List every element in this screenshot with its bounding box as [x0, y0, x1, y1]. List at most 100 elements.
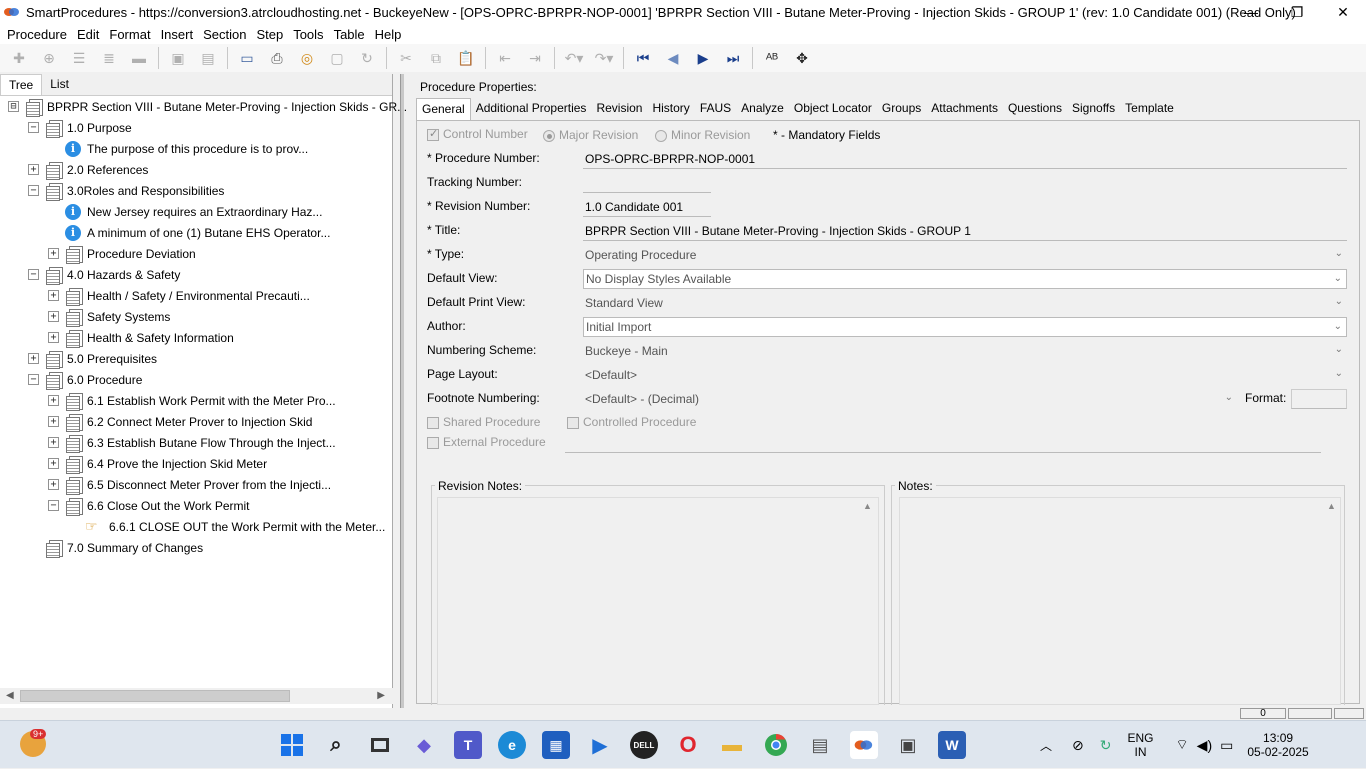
tree-node[interactable]: +6.2 Connect Meter Prover to Injection S…	[48, 411, 312, 432]
expand-icon[interactable]: +	[48, 479, 59, 490]
minimize-button[interactable]: —	[1228, 0, 1274, 24]
tab-questions[interactable]: Questions	[1003, 98, 1067, 120]
menu-insert[interactable]: Insert	[156, 27, 199, 42]
tab-list[interactable]: List	[42, 74, 77, 95]
save-icon[interactable]: ▣	[167, 47, 189, 69]
cut-icon[interactable]: ✂	[395, 47, 417, 69]
first-icon[interactable]: ⏮	[632, 47, 654, 69]
collapse-icon[interactable]: ⊟	[8, 101, 19, 112]
tree-node[interactable]: + Safety Systems	[48, 306, 170, 327]
panel-splitter[interactable]	[400, 74, 404, 708]
tree-node[interactable]: ⊟ BPRPR Section VIII - Butane Meter-Provi…	[8, 96, 407, 117]
tree-node[interactable]: + Health & Safety Information	[48, 327, 234, 348]
tab-groups[interactable]: Groups	[877, 98, 926, 120]
tab-general[interactable]: General	[416, 98, 471, 120]
controlled-procedure-checkbox[interactable]: Controlled Procedure	[567, 415, 696, 429]
external-procedure-checkbox[interactable]: External Procedure	[427, 435, 546, 449]
collapse-icon[interactable]: −	[48, 500, 59, 511]
sync-icon[interactable]: ↻	[1100, 737, 1112, 754]
footnote-numbering-select[interactable]: <Default> - (Decimal) ⌄	[583, 389, 1237, 409]
menu-tools[interactable]: Tools	[288, 27, 328, 42]
default-view-select[interactable]: No Display Styles Available ⌄	[583, 269, 1347, 289]
tree-node[interactable]: i New Jersey requires an Extraordinary Ha…	[48, 201, 322, 222]
tracking-number-field[interactable]	[583, 173, 711, 193]
store-icon[interactable]: ▦	[542, 731, 570, 759]
indent-icon[interactable]: ⇥	[524, 47, 546, 69]
numbering-scheme-select[interactable]: Buckeye - Main ⌄	[583, 341, 1347, 361]
word-icon[interactable]: W	[938, 731, 966, 759]
next-icon[interactable]: ▶	[692, 47, 714, 69]
redo-icon[interactable]: ↷▾	[593, 47, 615, 69]
tree-node[interactable]: +6.4 Prove the Injection Skid Meter	[48, 453, 267, 474]
minor-revision-radio[interactable]: Minor Revision	[655, 128, 750, 142]
expand-icon[interactable]: +	[48, 332, 59, 343]
power-automate-icon[interactable]: ▶	[586, 731, 614, 759]
menu-procedure[interactable]: Procedure	[2, 27, 72, 42]
tree-node[interactable]: +6.3 Establish Butane Flow Through the I…	[48, 432, 336, 453]
indent-list-icon[interactable]: ≣	[98, 47, 120, 69]
menu-step[interactable]: Step	[251, 27, 288, 42]
edge-icon[interactable]: e	[498, 731, 526, 759]
teams-icon[interactable]: T	[454, 731, 482, 759]
tree-node[interactable]: +5.0 Prerequisites	[28, 348, 157, 369]
expand-icon[interactable]: +	[48, 458, 59, 469]
collapse-icon[interactable]: −	[28, 374, 39, 385]
default-print-view-select[interactable]: Standard View ⌄	[583, 293, 1347, 313]
tab-template[interactable]: Template	[1120, 98, 1179, 120]
menu-table[interactable]: Table	[329, 27, 370, 42]
chevron-up-icon[interactable]: ︿	[1040, 737, 1052, 754]
chrome-icon[interactable]	[762, 731, 790, 759]
tab-object-locator[interactable]: Object Locator	[789, 98, 877, 120]
tab-analyze[interactable]: Analyze	[736, 98, 789, 120]
control-number-checkbox[interactable]: Control Number	[427, 127, 528, 141]
print-icon[interactable]: ⎙	[266, 47, 288, 69]
copilot-icon[interactable]: ◆	[410, 731, 438, 759]
save-all-icon[interactable]: ▤	[197, 47, 219, 69]
tab-tree[interactable]: Tree	[0, 74, 43, 95]
revision-notes-textarea[interactable]	[437, 497, 879, 705]
remote-desktop-icon[interactable]: ▣	[894, 731, 922, 759]
tab-additional-properties[interactable]: Additional Properties	[471, 98, 592, 120]
wifi-icon[interactable]: ⌔	[1176, 736, 1189, 754]
restore-button[interactable]: ❐	[1274, 0, 1320, 24]
tree-node[interactable]: − 6.6 Close Out the Work Permit	[48, 495, 250, 516]
dell-icon[interactable]: DELL	[630, 731, 658, 759]
tree-node[interactable]: 7.0 Summary of Changes	[28, 537, 203, 558]
tree-node[interactable]: − 3.0Roles and Responsibilities	[28, 180, 224, 201]
list-icon[interactable]: ☰	[68, 47, 90, 69]
scroll-right-icon[interactable]: ▶	[377, 690, 385, 701]
title-field[interactable]: BPRPR Section VIII - Butane Meter-Provin…	[583, 221, 1347, 241]
menu-section[interactable]: Section	[198, 27, 251, 42]
task-view-icon[interactable]	[366, 731, 394, 759]
page-layout-select[interactable]: <Default> ⌄	[583, 365, 1347, 385]
previous-icon[interactable]: ◀	[662, 47, 684, 69]
tree-node[interactable]: + Health / Safety / Environmental Precaut…	[48, 285, 310, 306]
major-revision-radio[interactable]: Major Revision	[543, 128, 638, 142]
procedure-number-field[interactable]: OPS-OPRC-BPRPR-NOP-0001	[583, 149, 1347, 169]
scroll-thumb[interactable]	[20, 690, 290, 702]
expand-icon[interactable]: +	[28, 164, 39, 175]
author-select[interactable]: Initial Import ⌄	[583, 317, 1347, 337]
tree-node[interactable]: + Procedure Deviation	[48, 243, 196, 264]
tree-node[interactable]: ☞ 6.6.1 CLOSE OUT the Work Permit with th…	[68, 516, 385, 537]
web-icon[interactable]: ◎	[296, 47, 318, 69]
paste-icon[interactable]: 📋	[455, 47, 477, 69]
add-child-icon[interactable]: ⊕	[38, 47, 60, 69]
start-icon[interactable]	[278, 731, 306, 759]
outdent-icon[interactable]: ⇤	[494, 47, 516, 69]
close-button[interactable]: ✕	[1320, 0, 1366, 24]
refresh-icon[interactable]: ↻	[356, 47, 378, 69]
tree-node[interactable]: i The purpose of this procedure is to pro…	[48, 138, 308, 159]
tab-faus[interactable]: FAUS	[695, 98, 736, 120]
tab-attachments[interactable]: Attachments	[926, 98, 1003, 120]
collapse-icon[interactable]: −	[28, 122, 39, 133]
copy-icon[interactable]: ⧉	[425, 47, 447, 69]
language-indicator[interactable]: ENG IN	[1127, 731, 1153, 759]
expand-icon[interactable]: +	[48, 248, 59, 259]
tab-signoffs[interactable]: Signoffs	[1067, 98, 1120, 120]
resize-grip[interactable]	[1334, 708, 1364, 719]
spellcheck-icon[interactable]: ᴬᴮ	[761, 47, 783, 69]
last-icon[interactable]: ⏭	[722, 47, 744, 69]
expand-icon[interactable]: +	[28, 353, 39, 364]
expand-icon[interactable]: +	[48, 416, 59, 427]
